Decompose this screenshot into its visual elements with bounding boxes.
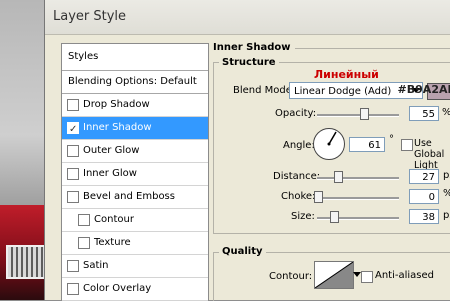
style-item-bevel-emboss[interactable]: Bevel and Emboss xyxy=(62,186,208,209)
style-item-label: Texture xyxy=(94,237,131,248)
contour-label: Contour: xyxy=(269,271,313,282)
background-car-image xyxy=(0,205,50,300)
style-item-label: Satin xyxy=(83,260,109,271)
satin-checkbox[interactable] xyxy=(67,260,79,272)
choke-input[interactable]: 0 xyxy=(409,189,439,204)
anti-aliased-label: Anti-aliased xyxy=(375,270,435,281)
angle-unit: ° xyxy=(389,134,394,145)
style-item-label: Inner Shadow xyxy=(83,122,152,133)
style-item-label: Drop Shadow xyxy=(83,99,150,110)
color-hex-label: #B9A2AE xyxy=(397,83,450,96)
angle-dial-indicator xyxy=(327,131,337,146)
opacity-input[interactable]: 55 xyxy=(409,106,439,121)
section-divider xyxy=(295,48,450,49)
distance-label: Distance: xyxy=(273,171,321,182)
style-item-label: Color Overlay xyxy=(83,283,152,294)
size-label: Size: xyxy=(291,211,315,222)
style-item-texture[interactable]: Texture xyxy=(62,232,208,255)
drop-shadow-checkbox[interactable] xyxy=(67,99,79,111)
contour-preview[interactable] xyxy=(314,261,354,289)
car-grille xyxy=(6,245,48,279)
contour-curve-icon xyxy=(314,261,354,289)
size-slider-thumb[interactable] xyxy=(330,211,339,223)
choke-slider-thumb[interactable] xyxy=(314,191,323,203)
distance-input[interactable]: 27 xyxy=(409,169,439,184)
style-item-outer-glow[interactable]: Outer Glow xyxy=(62,140,208,163)
style-item-label: Inner Glow xyxy=(83,168,137,179)
size-input[interactable]: 38 xyxy=(409,209,439,224)
structure-title: Structure xyxy=(219,57,279,68)
style-item-label: Bevel and Emboss xyxy=(83,191,175,202)
inner-glow-checkbox[interactable] xyxy=(67,168,79,180)
distance-unit: px xyxy=(443,170,450,181)
blend-mode-value: Linear Dodge (Add) xyxy=(294,86,392,97)
angle-label: Angle: xyxy=(283,140,315,151)
opacity-label: Opacity: xyxy=(275,108,317,119)
use-global-light-checkbox[interactable] xyxy=(401,139,413,151)
blend-mode-label: Blend Mode: xyxy=(233,85,296,96)
distance-slider-track[interactable] xyxy=(317,177,399,180)
choke-label: Choke: xyxy=(281,191,316,202)
style-item-drop-shadow[interactable]: Drop Shadow xyxy=(62,94,208,117)
style-item-satin[interactable]: Satin xyxy=(62,255,208,278)
style-item-label: Outer Glow xyxy=(83,145,140,156)
contour-dropdown-icon[interactable] xyxy=(353,272,361,277)
opacity-slider-track[interactable] xyxy=(317,114,399,117)
style-item-contour[interactable]: Contour xyxy=(62,209,208,232)
styles-header[interactable]: Styles xyxy=(62,44,208,71)
texture-checkbox[interactable] xyxy=(78,237,90,249)
distance-slider-thumb[interactable] xyxy=(334,171,343,183)
layer-style-dialog: Layer Style Styles Blending Options: Def… xyxy=(44,0,450,301)
color-overlay-checkbox[interactable] xyxy=(67,283,79,295)
title-bar[interactable]: Layer Style xyxy=(45,0,450,35)
bevel-emboss-checkbox[interactable] xyxy=(67,191,79,203)
quality-title: Quality xyxy=(219,246,266,257)
style-item-label: Contour xyxy=(94,214,134,225)
angle-dial[interactable] xyxy=(313,128,345,160)
styles-list: Styles Blending Options: Default Drop Sh… xyxy=(61,43,209,301)
choke-unit: % xyxy=(443,188,450,199)
dialog-title: Layer Style xyxy=(53,9,127,24)
opacity-unit: % xyxy=(442,107,450,118)
angle-input[interactable]: 61 xyxy=(349,137,385,152)
anti-aliased-checkbox[interactable] xyxy=(361,271,373,283)
choke-slider-track[interactable] xyxy=(317,197,399,200)
inner-shadow-checkbox[interactable] xyxy=(67,119,79,141)
style-item-inner-shadow[interactable]: Inner Shadow xyxy=(62,117,208,141)
use-global-light-label: Use Global Light xyxy=(414,138,445,171)
blending-options-item[interactable]: Blending Options: Default xyxy=(62,71,208,94)
contour-checkbox[interactable] xyxy=(78,214,90,226)
size-unit: px xyxy=(443,210,450,221)
inner-shadow-title: Inner Shadow xyxy=(213,42,291,53)
style-item-inner-glow[interactable]: Inner Glow xyxy=(62,163,208,186)
style-item-color-overlay[interactable]: Color Overlay xyxy=(62,278,208,301)
outer-glow-checkbox[interactable] xyxy=(67,145,79,157)
opacity-slider-thumb[interactable] xyxy=(360,108,369,120)
